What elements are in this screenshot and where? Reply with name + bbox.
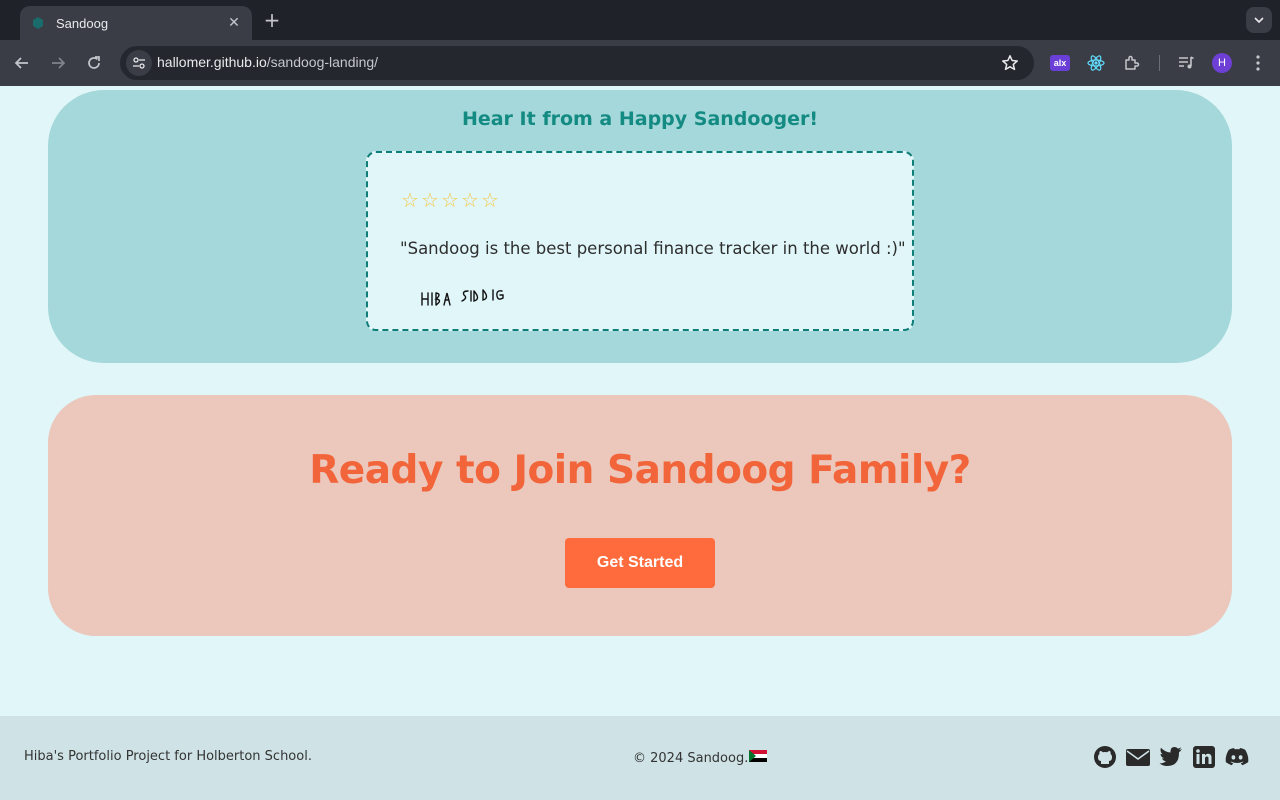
- get-started-button[interactable]: Get Started: [565, 538, 715, 588]
- browser-toolbar: hallomer.github.io/sandoog-landing/ alx …: [0, 40, 1280, 86]
- testimonial-quote: "Sandoog is the best personal finance tr…: [400, 239, 906, 258]
- bookmark-star-icon[interactable]: [1000, 53, 1020, 73]
- star-icon: ☆: [461, 188, 479, 212]
- address-bar[interactable]: hallomer.github.io/sandoog-landing/: [120, 46, 1034, 80]
- alx-extension-label: alx: [1050, 55, 1070, 71]
- browser-tab[interactable]: Sandoog ✕: [20, 6, 252, 40]
- media-control-icon[interactable]: [1175, 52, 1197, 74]
- footer: Hiba's Portfolio Project for Holberton S…: [0, 716, 1280, 800]
- signature-image: [420, 285, 510, 313]
- github-icon[interactable]: [1093, 745, 1117, 769]
- close-tab-icon[interactable]: ✕: [226, 15, 242, 31]
- toolbar-divider: [1159, 55, 1160, 71]
- back-icon[interactable]: [11, 52, 33, 74]
- forward-icon[interactable]: [47, 52, 69, 74]
- star-icon: ☆: [421, 188, 439, 212]
- browser-menu-icon[interactable]: [1247, 52, 1269, 74]
- extensions-puzzle-icon[interactable]: [1121, 52, 1143, 74]
- star-icon: ☆: [481, 188, 499, 212]
- tab-search-icon[interactable]: [1246, 7, 1272, 33]
- twitter-icon[interactable]: [1159, 745, 1183, 769]
- footer-copyright-wrap: © 2024 Sandoog.: [633, 749, 768, 766]
- footer-copyright: © 2024 Sandoog.: [633, 751, 749, 766]
- site-favicon-icon: [30, 15, 46, 31]
- site-info-icon[interactable]: [126, 50, 152, 76]
- react-devtools-icon[interactable]: [1085, 52, 1107, 74]
- linkedin-icon[interactable]: [1192, 745, 1216, 769]
- sudan-flag-icon: [749, 749, 768, 762]
- footer-credit: Hiba's Portfolio Project for Holberton S…: [24, 749, 312, 764]
- reload-icon[interactable]: [83, 52, 105, 74]
- star-icon: ☆: [401, 188, 419, 212]
- social-links: [1093, 745, 1249, 769]
- email-icon[interactable]: [1126, 745, 1150, 769]
- cta-section: Ready to Join Sandoog Family? Get Starte…: [48, 395, 1232, 636]
- testimonial-section: Hear It from a Happy Sandooger! ☆ ☆ ☆ ☆ …: [48, 90, 1232, 363]
- url-host: hallomer.github.io: [157, 54, 267, 70]
- testimonial-heading: Hear It from a Happy Sandooger!: [461, 108, 819, 130]
- new-tab-icon[interactable]: +: [262, 9, 282, 31]
- star-icon: ☆: [441, 188, 459, 212]
- browser-tab-bar: Sandoog ✕ +: [0, 0, 1280, 40]
- profile-avatar[interactable]: H: [1212, 53, 1232, 73]
- tab-title: Sandoog: [56, 15, 109, 31]
- url-path: /sandoog-landing/: [266, 54, 379, 70]
- star-rating: ☆ ☆ ☆ ☆ ☆: [400, 189, 500, 211]
- discord-icon[interactable]: [1225, 745, 1249, 769]
- testimonial-card: ☆ ☆ ☆ ☆ ☆ "Sandoog is the best personal …: [366, 151, 914, 331]
- alx-extension-icon[interactable]: alx: [1049, 52, 1071, 74]
- url-text: hallomer.github.io/sandoog-landing/: [157, 54, 378, 70]
- cta-heading: Ready to Join Sandoog Family?: [309, 448, 971, 493]
